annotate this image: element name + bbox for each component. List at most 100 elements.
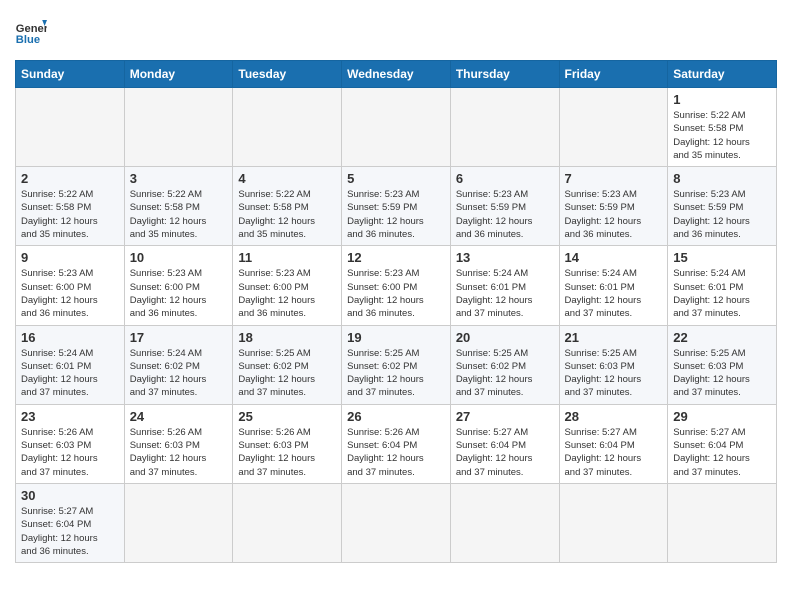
day-info: Sunrise: 5:24 AM Sunset: 6:01 PM Dayligh… [21, 347, 119, 400]
calendar-cell [342, 88, 451, 167]
calendar-cell: 6 Sunrise: 5:23 AM Sunset: 5:59 PM Daylig… [450, 167, 559, 246]
day-info: Sunrise: 5:23 AM Sunset: 6:00 PM Dayligh… [21, 267, 119, 320]
day-number: 5 [347, 171, 445, 186]
day-info: Sunrise: 5:23 AM Sunset: 6:00 PM Dayligh… [130, 267, 228, 320]
day-number: 9 [21, 250, 119, 265]
calendar-cell: 8 Sunrise: 5:23 AM Sunset: 5:59 PM Daylig… [668, 167, 777, 246]
day-number: 17 [130, 330, 228, 345]
weekday-header-tuesday: Tuesday [233, 61, 342, 88]
day-info: Sunrise: 5:22 AM Sunset: 5:58 PM Dayligh… [130, 188, 228, 241]
day-info: Sunrise: 5:25 AM Sunset: 6:02 PM Dayligh… [238, 347, 336, 400]
day-info: Sunrise: 5:25 AM Sunset: 6:03 PM Dayligh… [565, 347, 663, 400]
calendar-week-row: 9 Sunrise: 5:23 AM Sunset: 6:00 PM Daylig… [16, 246, 777, 325]
day-number: 19 [347, 330, 445, 345]
day-info: Sunrise: 5:27 AM Sunset: 6:04 PM Dayligh… [673, 426, 771, 479]
day-number: 6 [456, 171, 554, 186]
calendar-cell: 21Sunrise: 5:25 AM Sunset: 6:03 PM Dayli… [559, 325, 668, 404]
calendar-cell: 7Sunrise: 5:23 AM Sunset: 5:59 PM Daylig… [559, 167, 668, 246]
calendar-cell [450, 483, 559, 562]
day-info: Sunrise: 5:27 AM Sunset: 6:04 PM Dayligh… [565, 426, 663, 479]
day-info: Sunrise: 5:22 AM Sunset: 5:58 PM Dayligh… [673, 109, 771, 162]
day-info: Sunrise: 5:24 AM Sunset: 6:01 PM Dayligh… [565, 267, 663, 320]
calendar-week-row: 23Sunrise: 5:26 AM Sunset: 6:03 PM Dayli… [16, 404, 777, 483]
calendar-cell: 23Sunrise: 5:26 AM Sunset: 6:03 PM Dayli… [16, 404, 125, 483]
calendar-cell: 27Sunrise: 5:27 AM Sunset: 6:04 PM Dayli… [450, 404, 559, 483]
calendar-week-row: 16 Sunrise: 5:24 AM Sunset: 6:01 PM Dayli… [16, 325, 777, 404]
calendar-cell [668, 483, 777, 562]
day-info: Sunrise: 5:25 AM Sunset: 6:02 PM Dayligh… [456, 347, 554, 400]
calendar-cell: 18 Sunrise: 5:25 AM Sunset: 6:02 PM Dayli… [233, 325, 342, 404]
calendar-cell: 9 Sunrise: 5:23 AM Sunset: 6:00 PM Daylig… [16, 246, 125, 325]
logo: General Blue [15, 16, 47, 52]
calendar-week-row: 2 Sunrise: 5:22 AM Sunset: 5:58 PM Daylig… [16, 167, 777, 246]
weekday-header-saturday: Saturday [668, 61, 777, 88]
calendar-cell: 12 Sunrise: 5:23 AM Sunset: 6:00 PM Dayli… [342, 246, 451, 325]
calendar-cell: 20 Sunrise: 5:25 AM Sunset: 6:02 PM Dayli… [450, 325, 559, 404]
day-info: Sunrise: 5:23 AM Sunset: 6:00 PM Dayligh… [347, 267, 445, 320]
calendar-cell [233, 483, 342, 562]
day-number: 16 [21, 330, 119, 345]
calendar-table: SundayMondayTuesdayWednesdayThursdayFrid… [15, 60, 777, 563]
day-info: Sunrise: 5:22 AM Sunset: 5:58 PM Dayligh… [238, 188, 336, 241]
day-info: Sunrise: 5:24 AM Sunset: 6:01 PM Dayligh… [456, 267, 554, 320]
calendar-cell [124, 88, 233, 167]
calendar-cell: 30Sunrise: 5:27 AM Sunset: 6:04 PM Dayli… [16, 483, 125, 562]
day-number: 18 [238, 330, 336, 345]
svg-text:Blue: Blue [16, 34, 40, 46]
calendar-cell: 14Sunrise: 5:24 AM Sunset: 6:01 PM Dayli… [559, 246, 668, 325]
day-number: 24 [130, 409, 228, 424]
day-number: 22 [673, 330, 771, 345]
calendar-cell: 4 Sunrise: 5:22 AM Sunset: 5:58 PM Daylig… [233, 167, 342, 246]
day-number: 12 [347, 250, 445, 265]
day-info: Sunrise: 5:23 AM Sunset: 5:59 PM Dayligh… [347, 188, 445, 241]
day-info: Sunrise: 5:26 AM Sunset: 6:04 PM Dayligh… [347, 426, 445, 479]
logo-svg: General Blue [15, 16, 47, 52]
day-number: 13 [456, 250, 554, 265]
day-info: Sunrise: 5:24 AM Sunset: 6:02 PM Dayligh… [130, 347, 228, 400]
day-number: 20 [456, 330, 554, 345]
calendar-cell: 3Sunrise: 5:22 AM Sunset: 5:58 PM Daylig… [124, 167, 233, 246]
day-number: 28 [565, 409, 663, 424]
calendar-cell [450, 88, 559, 167]
day-number: 2 [21, 171, 119, 186]
day-info: Sunrise: 5:23 AM Sunset: 5:59 PM Dayligh… [673, 188, 771, 241]
day-number: 26 [347, 409, 445, 424]
day-number: 15 [673, 250, 771, 265]
day-info: Sunrise: 5:24 AM Sunset: 6:01 PM Dayligh… [673, 267, 771, 320]
weekday-header-row: SundayMondayTuesdayWednesdayThursdayFrid… [16, 61, 777, 88]
day-info: Sunrise: 5:26 AM Sunset: 6:03 PM Dayligh… [238, 426, 336, 479]
day-number: 7 [565, 171, 663, 186]
calendar-week-row: 30Sunrise: 5:27 AM Sunset: 6:04 PM Dayli… [16, 483, 777, 562]
day-info: Sunrise: 5:27 AM Sunset: 6:04 PM Dayligh… [21, 505, 119, 558]
day-info: Sunrise: 5:23 AM Sunset: 6:00 PM Dayligh… [238, 267, 336, 320]
calendar-week-row: 1Sunrise: 5:22 AM Sunset: 5:58 PM Daylig… [16, 88, 777, 167]
calendar-cell: 25 Sunrise: 5:26 AM Sunset: 6:03 PM Dayli… [233, 404, 342, 483]
day-number: 8 [673, 171, 771, 186]
day-number: 25 [238, 409, 336, 424]
day-info: Sunrise: 5:27 AM Sunset: 6:04 PM Dayligh… [456, 426, 554, 479]
calendar-cell [559, 88, 668, 167]
day-info: Sunrise: 5:25 AM Sunset: 6:02 PM Dayligh… [347, 347, 445, 400]
weekday-header-friday: Friday [559, 61, 668, 88]
day-info: Sunrise: 5:25 AM Sunset: 6:03 PM Dayligh… [673, 347, 771, 400]
calendar-cell [233, 88, 342, 167]
header: General Blue [15, 10, 777, 52]
calendar-cell: 29 Sunrise: 5:27 AM Sunset: 6:04 PM Dayli… [668, 404, 777, 483]
calendar-cell: 22 Sunrise: 5:25 AM Sunset: 6:03 PM Dayli… [668, 325, 777, 404]
calendar-cell [124, 483, 233, 562]
day-number: 29 [673, 409, 771, 424]
calendar-cell: 2 Sunrise: 5:22 AM Sunset: 5:58 PM Daylig… [16, 167, 125, 246]
calendar-cell: 11Sunrise: 5:23 AM Sunset: 6:00 PM Dayli… [233, 246, 342, 325]
calendar-cell [16, 88, 125, 167]
day-info: Sunrise: 5:22 AM Sunset: 5:58 PM Dayligh… [21, 188, 119, 241]
calendar-cell: 15 Sunrise: 5:24 AM Sunset: 6:01 PM Dayli… [668, 246, 777, 325]
day-number: 4 [238, 171, 336, 186]
calendar-cell: 28 Sunrise: 5:27 AM Sunset: 6:04 PM Dayli… [559, 404, 668, 483]
calendar-cell: 13 Sunrise: 5:24 AM Sunset: 6:01 PM Dayli… [450, 246, 559, 325]
weekday-header-monday: Monday [124, 61, 233, 88]
calendar-cell: 24Sunrise: 5:26 AM Sunset: 6:03 PM Dayli… [124, 404, 233, 483]
calendar-cell: 16 Sunrise: 5:24 AM Sunset: 6:01 PM Dayli… [16, 325, 125, 404]
svg-text:General: General [16, 23, 47, 35]
calendar-cell: 5 Sunrise: 5:23 AM Sunset: 5:59 PM Daylig… [342, 167, 451, 246]
day-info: Sunrise: 5:23 AM Sunset: 5:59 PM Dayligh… [456, 188, 554, 241]
